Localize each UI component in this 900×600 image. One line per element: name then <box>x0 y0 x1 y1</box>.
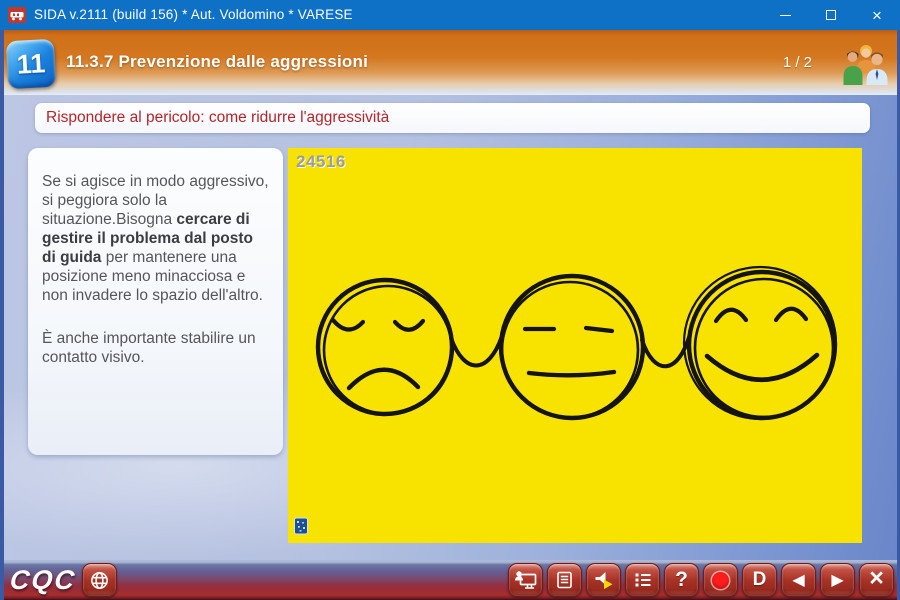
back-button[interactable]: ◀ <box>781 563 816 597</box>
lesson-header: 11 11.3.7 Prevenzione dalle aggressioni … <box>0 30 900 95</box>
close-button[interactable]: × <box>854 0 900 30</box>
happy-face <box>684 267 836 419</box>
sad-face <box>318 280 452 414</box>
window-left-border <box>0 30 4 600</box>
people-group-icon <box>840 43 892 85</box>
maximize-button[interactable] <box>808 0 854 30</box>
record-button[interactable] <box>703 563 738 597</box>
window-title: SIDA v.2111 (build 156) * Aut. Voldomino… <box>34 0 353 30</box>
chapter-badge: 11 <box>6 39 56 89</box>
lesson-title: 11.3.7 Prevenzione dalle aggressioni <box>66 52 368 72</box>
app-icon <box>8 7 26 23</box>
list-icon <box>632 570 653 590</box>
thumbnail-icon[interactable] <box>294 517 309 535</box>
speaker-icon <box>593 570 615 591</box>
window-controls: × <box>762 0 900 30</box>
exit-icon: × <box>869 566 884 594</box>
titlebar[interactable]: SIDA v.2111 (build 156) * Aut. Voldomino… <box>0 0 900 30</box>
page-indicator: 1 / 2 <box>783 54 812 71</box>
notes-button[interactable] <box>547 563 582 597</box>
forward-icon: ▶ <box>831 572 843 589</box>
presentation-icon <box>514 570 538 591</box>
maximize-icon <box>826 10 836 20</box>
paragraph-1: Se si agisce in modo aggressivo, si pegg… <box>42 172 269 305</box>
close-icon: × <box>872 7 882 24</box>
audio-button[interactable] <box>586 563 621 597</box>
notes-icon <box>554 570 575 590</box>
bottom-toolbar: CQC <box>0 560 900 600</box>
globe-button[interactable] <box>82 563 117 597</box>
help-button[interactable]: ? <box>664 563 699 597</box>
globe-icon <box>89 570 110 591</box>
smiley-faces-drawing <box>288 148 862 543</box>
paragraph-2: È anche importante stabilire un contatto… <box>42 329 269 367</box>
cqc-logo: CQC <box>8 565 77 596</box>
sida-window: SIDA v.2111 (build 156) * Aut. Voldomino… <box>0 0 900 600</box>
dictionary-button[interactable]: D <box>742 563 777 597</box>
back-icon: ◀ <box>792 572 804 589</box>
presentation-button[interactable] <box>508 563 543 597</box>
lesson-illustration: 24516 <box>288 148 862 543</box>
index-button[interactable] <box>625 563 660 597</box>
minimize-icon <box>780 15 791 16</box>
section-banner: Rispondere al pericolo: come ridurre l'a… <box>35 103 870 133</box>
help-icon: ? <box>675 568 688 592</box>
forward-button[interactable]: ▶ <box>820 563 855 597</box>
exit-button[interactable]: × <box>859 563 894 597</box>
record-icon <box>712 572 729 589</box>
minimize-button[interactable] <box>762 0 808 30</box>
info-panel: Se si agisce in modo aggressivo, si pegg… <box>28 148 283 455</box>
neutral-face <box>501 276 643 418</box>
lesson-content: Rispondere al pericolo: come ridurre l'a… <box>0 95 900 560</box>
toolbar-buttons: ? D ◀ ▶ × <box>508 563 894 597</box>
dictionary-icon: D <box>753 569 767 591</box>
